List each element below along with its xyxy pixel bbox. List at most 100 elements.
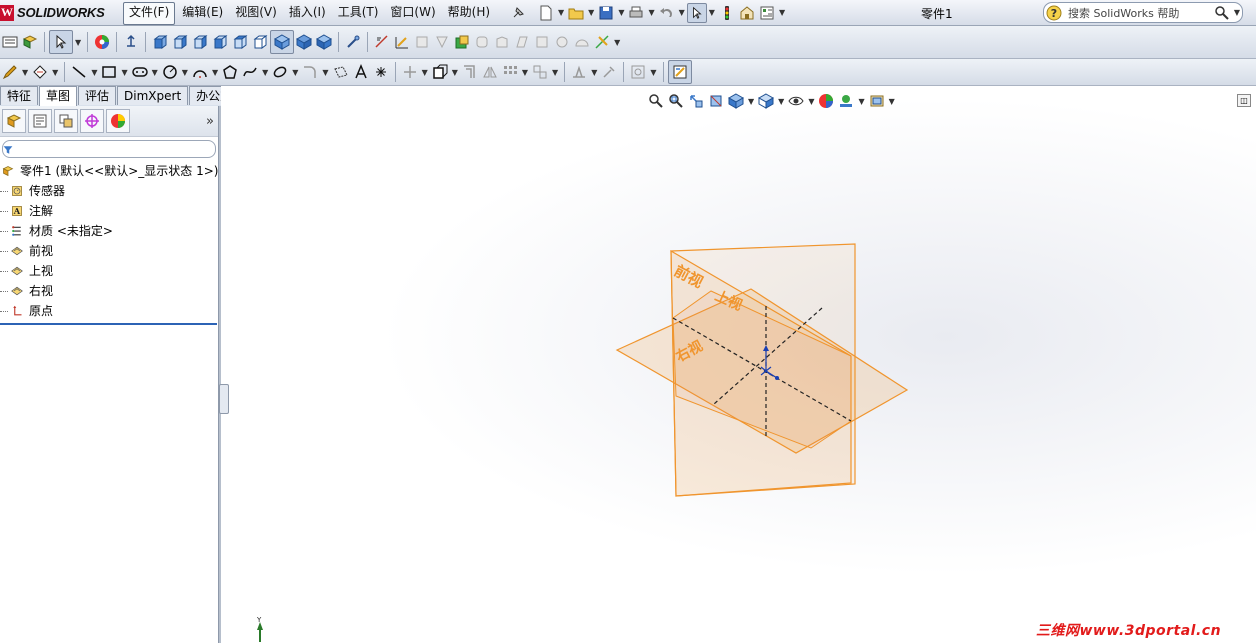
move-entities-button[interactable] xyxy=(530,61,550,83)
tree-root[interactable]: 零件1 (默认<<默认>_显示状态 1>) xyxy=(0,161,218,181)
arc-button[interactable] xyxy=(190,61,210,83)
select-button[interactable] xyxy=(686,2,707,23)
new-document-icon[interactable] xyxy=(538,5,554,21)
solidworks-logo[interactable]: W SOLIDWORKS xyxy=(0,2,118,23)
search-input[interactable]: 搜索 SolidWorks 帮助 xyxy=(1068,5,1212,21)
mirror-entities-button[interactable] xyxy=(480,61,500,83)
spline-button[interactable] xyxy=(240,61,260,83)
fillet-sketch-dropdown-icon[interactable]: ▼ xyxy=(322,68,328,77)
previous-view-button[interactable] xyxy=(686,91,706,111)
display-relations-dropdown-icon[interactable]: ▼ xyxy=(591,68,597,77)
instant3d-button[interactable] xyxy=(452,31,472,53)
section-view-button[interactable] xyxy=(343,31,363,53)
tree-item-annotations[interactable]: A 注解 xyxy=(0,201,218,221)
options-icon[interactable] xyxy=(759,5,775,21)
select-tool-dropdown-icon[interactable]: ▼ xyxy=(75,38,81,47)
new-dropdown-icon[interactable]: ▼ xyxy=(558,8,564,17)
undo-icon[interactable] xyxy=(659,5,675,21)
linear-pattern-button[interactable] xyxy=(500,61,520,83)
convert-entities-dropdown-icon[interactable]: ▼ xyxy=(452,68,458,77)
hide-show-dropdown-icon[interactable]: ▼ xyxy=(808,97,814,106)
disabled-tool-3-button[interactable] xyxy=(472,31,492,53)
trim-button[interactable] xyxy=(400,61,420,83)
edit-appearance-button[interactable] xyxy=(816,91,836,111)
appearance-button[interactable] xyxy=(92,31,112,53)
menu-help[interactable]: 帮助(H) xyxy=(443,2,495,23)
dimxpert-manager-tab[interactable] xyxy=(80,109,104,133)
disabled-tool-8-button[interactable] xyxy=(572,31,592,53)
property-manager-tab[interactable] xyxy=(28,109,52,133)
print-dropdown-icon[interactable]: ▼ xyxy=(648,8,654,17)
disabled-tool-4-button[interactable] xyxy=(492,31,512,53)
apply-scene-button[interactable] xyxy=(836,91,856,111)
display-manager-tab[interactable] xyxy=(106,109,130,133)
hide-show-button[interactable] xyxy=(786,91,806,111)
expand-chevron-icon[interactable]: » xyxy=(206,114,214,129)
view-orientation-button[interactable] xyxy=(726,91,746,111)
move-entities-dropdown-icon[interactable]: ▼ xyxy=(552,68,558,77)
quick-snaps-dropdown-icon[interactable]: ▼ xyxy=(650,68,656,77)
display-style-dropdown-icon[interactable]: ▼ xyxy=(778,97,784,106)
display-relations-button[interactable] xyxy=(569,61,589,83)
fillet-sketch-button[interactable] xyxy=(300,61,320,83)
pin-icon[interactable] xyxy=(510,5,526,21)
search-icon[interactable] xyxy=(1214,5,1230,21)
tree-item-front-plane[interactable]: 前视 xyxy=(0,241,218,261)
view-orientation-dropdown-icon[interactable]: ▼ xyxy=(748,97,754,106)
save-dropdown-icon[interactable]: ▼ xyxy=(618,8,624,17)
view-isometric-button[interactable] xyxy=(270,30,295,54)
section-view-hud-button[interactable] xyxy=(706,91,726,111)
offset-entities-button[interactable] xyxy=(460,61,480,83)
rollback-bar[interactable] xyxy=(0,323,217,325)
command-manager-button[interactable] xyxy=(0,31,20,53)
tree-item-material[interactable]: 材质 <未指定> xyxy=(0,221,218,241)
restore-viewport-button[interactable]: ◫ xyxy=(1237,94,1251,107)
view-settings-dropdown-icon[interactable]: ▼ xyxy=(889,97,895,106)
view-trimetric-button[interactable] xyxy=(294,31,314,53)
smart-dim-sketch-button[interactable] xyxy=(30,61,50,83)
rectangle-button[interactable] xyxy=(99,61,119,83)
line-dropdown-icon[interactable]: ▼ xyxy=(91,68,97,77)
view-dimetric-button[interactable] xyxy=(314,31,334,53)
smart-dim-dropdown-icon[interactable]: ▼ xyxy=(52,68,58,77)
disabled-tool-6-button[interactable] xyxy=(532,31,552,53)
sketch-button[interactable] xyxy=(392,31,412,53)
tree-item-origin[interactable]: 原点 xyxy=(0,301,218,321)
configuration-manager-tab[interactable] xyxy=(54,109,78,133)
open-folder-icon[interactable] xyxy=(568,5,584,21)
tab-sketch[interactable]: 草图 xyxy=(39,86,78,107)
tree-filter-input[interactable] xyxy=(2,140,216,158)
tab-features[interactable]: 特征 xyxy=(0,86,39,105)
zoom-area-button[interactable] xyxy=(666,91,686,111)
polygon-button[interactable] xyxy=(220,61,240,83)
view-bottom-button[interactable] xyxy=(250,31,270,53)
rapid-sketch-button[interactable] xyxy=(667,60,692,84)
trim-dropdown-icon[interactable]: ▼ xyxy=(422,68,428,77)
panel-collapse-grip[interactable] xyxy=(219,384,229,414)
quick-snaps-button[interactable] xyxy=(628,61,648,83)
view-back-button[interactable] xyxy=(170,31,190,53)
open-dropdown-icon[interactable]: ▼ xyxy=(588,8,594,17)
save-icon[interactable] xyxy=(598,5,614,21)
select-dropdown-icon[interactable]: ▼ xyxy=(709,8,715,17)
text-button[interactable] xyxy=(351,61,371,83)
tab-dimxpert[interactable]: DimXpert xyxy=(117,86,189,105)
help-search[interactable]: ? 搜索 SolidWorks 帮助 ▼ xyxy=(1043,2,1243,23)
print-icon[interactable] xyxy=(628,5,644,21)
apply-scene-dropdown-icon[interactable]: ▼ xyxy=(858,97,864,106)
plane-sketch-button[interactable] xyxy=(331,61,351,83)
menu-file[interactable]: 文件(F) xyxy=(123,2,176,25)
slot-button[interactable] xyxy=(130,61,150,83)
menu-insert[interactable]: 插入(I) xyxy=(284,2,331,23)
zoom-to-fit-button[interactable] xyxy=(646,91,666,111)
rectangle-dropdown-icon[interactable]: ▼ xyxy=(121,68,127,77)
model-button[interactable] xyxy=(20,31,40,53)
menu-tools[interactable]: 工具(T) xyxy=(333,2,384,23)
sketch-pencil-dropdown-icon[interactable]: ▼ xyxy=(22,68,28,77)
normal-to-button[interactable] xyxy=(121,31,141,53)
tree-item-right-plane[interactable]: 右视 xyxy=(0,281,218,301)
reference-geometry-button[interactable] xyxy=(592,31,612,53)
options-dropdown-icon[interactable]: ▼ xyxy=(779,8,785,17)
view-front-button[interactable] xyxy=(150,31,170,53)
smart-dimension-button[interactable] xyxy=(372,31,392,53)
